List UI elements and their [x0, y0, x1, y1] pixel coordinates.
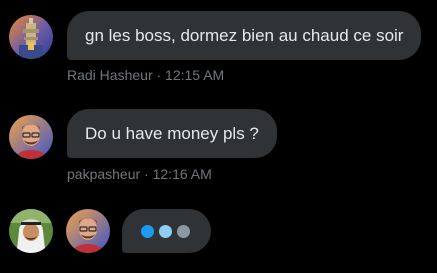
- message-bubble[interactable]: gn les boss, dormez bien au chaud ce soi…: [67, 11, 422, 60]
- typing-dot: [159, 225, 172, 238]
- man-glasses-avatar-icon: [66, 209, 110, 253]
- avatar-pakpasheur[interactable]: [9, 115, 53, 159]
- message-meta: pakpasheur · 12:16 AM: [67, 166, 212, 182]
- avatar-typing-user-2[interactable]: [66, 209, 110, 253]
- man-glasses-avatar-icon: [9, 115, 53, 159]
- avatar-radi-hasheur[interactable]: [9, 15, 53, 59]
- castle-tower-avatar-icon: [9, 15, 53, 59]
- typing-dot: [141, 225, 154, 238]
- message-bubble[interactable]: Do u have money pls ?: [67, 109, 277, 158]
- message-meta: Radi Hasheur · 12:15 AM: [67, 67, 225, 83]
- typing-dot: [177, 225, 190, 238]
- avatar-typing-user-1[interactable]: [9, 209, 53, 253]
- typing-indicator: [122, 209, 211, 253]
- keffiyeh-man-avatar-icon: [9, 209, 53, 253]
